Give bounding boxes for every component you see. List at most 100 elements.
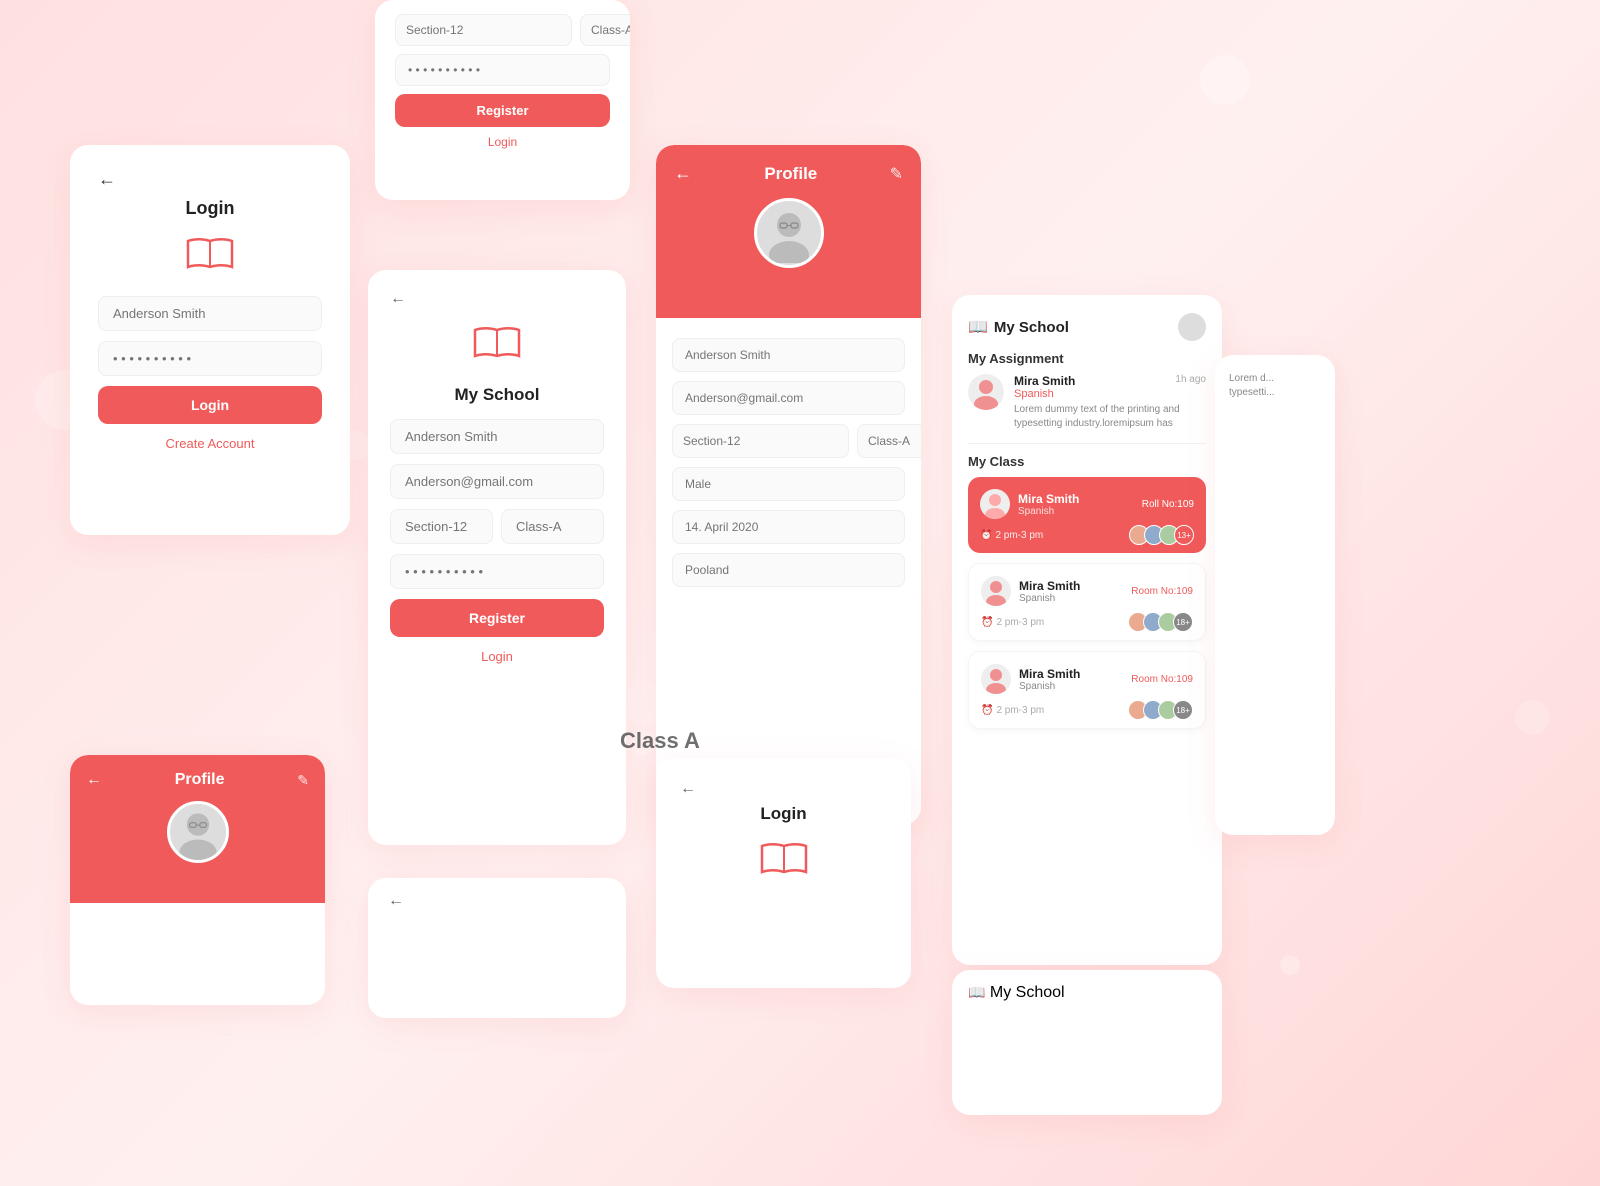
myschool-email-input[interactable] [390,464,604,499]
profile-location-input[interactable] [672,553,905,587]
myschool-book-icon-wrap [390,322,604,367]
profile-name-input[interactable] [672,338,905,372]
class-input-top[interactable] [580,14,630,46]
register-card-bottom: ← [368,878,626,1018]
assignment-desc-1: Lorem dummy text of the printing and typ… [1014,403,1206,431]
profile-card-body [656,318,921,612]
stack-more-2: 18+ [1173,612,1193,632]
profile-title: Profile [692,164,890,184]
profile-back-arrow[interactable]: ← [674,163,692,184]
partial-assignment-item: Lorem d... typesetti... [1229,369,1321,400]
myschool-back-arrow[interactable]: ← [390,290,406,308]
partial-card: Lorem d... typesetti... [1215,355,1335,835]
avatar-stack-3: 18+ [1133,700,1193,720]
profile-card-main: ← Profile ✎ [656,145,921,825]
myschool-bottom-title-row: 📖 My School [968,984,1206,1002]
profile-bottom-edit-icon[interactable]: ✎ [297,772,309,789]
login-bottom-book-icon-wrap [680,838,887,883]
profile-bottom-avatar [167,801,229,863]
myschool-login-link[interactable]: Login [390,649,604,664]
book-icon [184,260,236,277]
profile-gender-input[interactable] [672,467,905,501]
section-input-top[interactable] [395,14,572,46]
avatar-image [759,203,819,263]
myschool-class-input[interactable] [501,509,604,544]
register-card-top: Register Login [375,0,630,200]
class-time-1: ⏰ 2 pm-3 pm [980,530,1043,541]
myschool-password-input[interactable] [390,554,604,589]
assignment-name-1: Mira Smith [1014,374,1075,388]
dashboard-title: My School [994,319,1069,336]
login-bottom-book-icon [758,865,810,882]
dashboard-title-row: 📖 My School [968,317,1069,337]
profile-bottom-back-arrow[interactable]: ← [86,771,102,789]
dashboard-user-avatar[interactable] [1178,313,1206,341]
myschool-section-input[interactable] [390,509,493,544]
divider-1 [968,443,1206,444]
stack-more-3: 18+ [1173,700,1193,720]
class-card-inactive-1[interactable]: Mira Smith Spanish Room No:109 ⏰ 2 pm-3 … [968,563,1206,641]
class-card-inactive-2[interactable]: Mira Smith Spanish Room No:109 ⏰ 2 pm-3 … [968,651,1206,729]
profile-avatar-wrap [674,198,903,268]
password-input-top[interactable] [395,54,610,86]
partial-assignment-info: Lorem d... typesetti... [1229,369,1321,400]
assignment-info-1: Mira Smith 1h ago Spanish Lorem dummy te… [1014,374,1206,431]
class-subject-3: Spanish [1019,681,1080,692]
register-button-top[interactable]: Register [395,94,610,127]
assignment-section-title: My Assignment [968,351,1206,366]
profile-bottom-avatar-section [86,801,309,863]
login-name-input[interactable] [98,296,322,331]
assignment-time-1: 1h ago [1175,374,1206,388]
login-bottom-back-arrow[interactable]: ← [680,780,887,798]
myschool-name-input[interactable] [390,419,604,454]
dashboard-card: 📖 My School My Assignment Mira Smith 1h … [952,295,1222,965]
class-name-1: Mira Smith [1018,492,1079,506]
class-name-2: Mira Smith [1019,579,1080,593]
class-subject-1: Spanish [1018,506,1079,517]
book-icon-wrap [98,233,322,278]
class-avatar-2 [981,576,1011,606]
myschool-title: My School [390,385,604,405]
login-title: Login [98,198,322,219]
assignment-subject-1: Spanish [1014,388,1206,400]
class-subject-2: Spanish [1019,593,1080,604]
myschool-register-button[interactable]: Register [390,599,604,637]
login-back-arrow[interactable]: ← [98,169,116,190]
dashboard-book-icon: 📖 [968,317,988,337]
dashboard-avatar-img [1178,313,1206,341]
stack-more-1: 13+ [1174,525,1194,545]
profile-date-input[interactable] [672,510,905,544]
class-card-active[interactable]: Mira Smith Spanish Roll No:109 ⏰ 2 pm-3 … [968,477,1206,553]
class-badge-1: Roll No:109 [1142,499,1194,510]
clock-icon-3: ⏰ [981,705,993,716]
clock-icon-2: ⏰ [981,617,993,628]
assignment-item: Mira Smith 1h ago Spanish Lorem dummy te… [968,374,1206,431]
login-button[interactable]: Login [98,386,322,424]
class-avatar-img-2 [981,576,1011,606]
profile-header: ← Profile ✎ [656,145,921,318]
profile-email-input[interactable] [672,381,905,415]
create-account-link[interactable]: Create Account [98,436,322,451]
clock-icon-1: ⏰ [980,530,992,541]
myschool-bottom-card: 📖 My School [952,970,1222,1115]
register-bottom-back-arrow[interactable]: ← [388,892,606,910]
myclass-section-title: My Class [968,454,1206,469]
class-avatar-img-3 [981,664,1011,694]
profile-avatar [754,198,824,268]
profile-edit-icon[interactable]: ✎ [890,164,903,184]
profile-bottom-title: Profile [102,771,297,789]
avatar-stack-2: 18+ [1133,612,1193,632]
login-password-input[interactable] [98,341,322,376]
profile-class-input[interactable] [857,424,921,458]
assignment-avatar-1 [968,374,1004,410]
class-time-3: ⏰ 2 pm-3 pm [981,705,1044,716]
avatar-stack-1: 13+ [1134,525,1194,545]
login-link-top[interactable]: Login [395,135,610,149]
class-avatar-3 [981,664,1011,694]
profile-section-input[interactable] [672,424,849,458]
class-badge-3: Room No:109 [1131,674,1193,685]
class-avatar-img-1 [980,489,1010,519]
class-avatar-1 [980,489,1010,519]
login-bottom-title: Login [680,804,887,824]
class-badge-2: Room No:109 [1131,586,1193,597]
